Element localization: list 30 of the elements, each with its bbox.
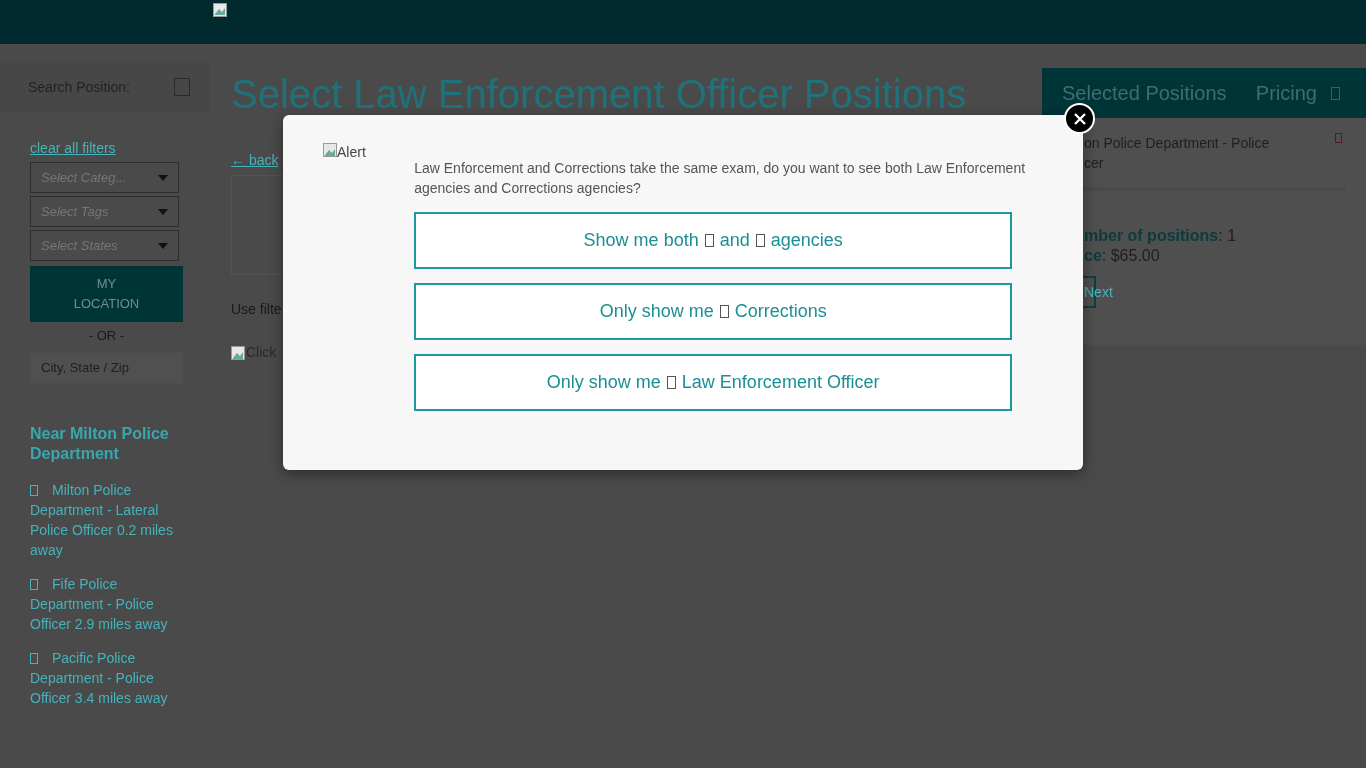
nearby-item[interactable]: Fife Police Department - Police Officer 2.9 miles away <box>30 573 180 634</box>
image-alt-text: Alert <box>337 143 366 162</box>
square-icon <box>704 234 714 247</box>
square-icon <box>30 484 38 496</box>
nearby-heading: Near Milton Police Department <box>30 423 170 464</box>
nearby-item[interactable]: Milton Police Department - Lateral Police Officer 0.2 miles away <box>30 479 180 560</box>
broken-image-icon <box>323 142 337 158</box>
square-icon <box>719 305 729 318</box>
square-icon <box>174 78 190 96</box>
back-link[interactable]: ← back <box>231 150 279 171</box>
panel-title: Selected Positions <box>1062 81 1227 106</box>
square-icon <box>1331 86 1340 100</box>
caret-icon <box>158 242 168 249</box>
alert-message: Law Enforcement and Corrections take the same exam, do you want to see both Law Enforcement agencies and Corrections agencies? <box>414 159 1027 198</box>
caret-icon <box>158 208 168 215</box>
option-button[interactable]: Only show me Corrections <box>414 283 1013 340</box>
square-icon <box>30 578 38 590</box>
option-button[interactable]: Show me both and agencies <box>414 212 1013 269</box>
caret-icon <box>158 174 168 181</box>
my-location-button[interactable]: MY LOCATION <box>30 266 183 322</box>
pricing-link[interactable]: Pricing <box>1255 78 1346 108</box>
option-button[interactable]: Only show me Law Enforcement Officer <box>414 354 1013 411</box>
broken-image-icon <box>213 3 227 17</box>
close-icon <box>1073 112 1086 125</box>
broken-image-icon <box>231 344 245 361</box>
clear-filters-link[interactable]: clear all filters <box>30 140 116 156</box>
square-icon <box>755 234 765 247</box>
square-icon <box>666 376 676 389</box>
square-icon <box>30 652 38 664</box>
nearby-item[interactable]: Pacific Police Department - Police Officer 3.4 miles away <box>30 647 180 708</box>
